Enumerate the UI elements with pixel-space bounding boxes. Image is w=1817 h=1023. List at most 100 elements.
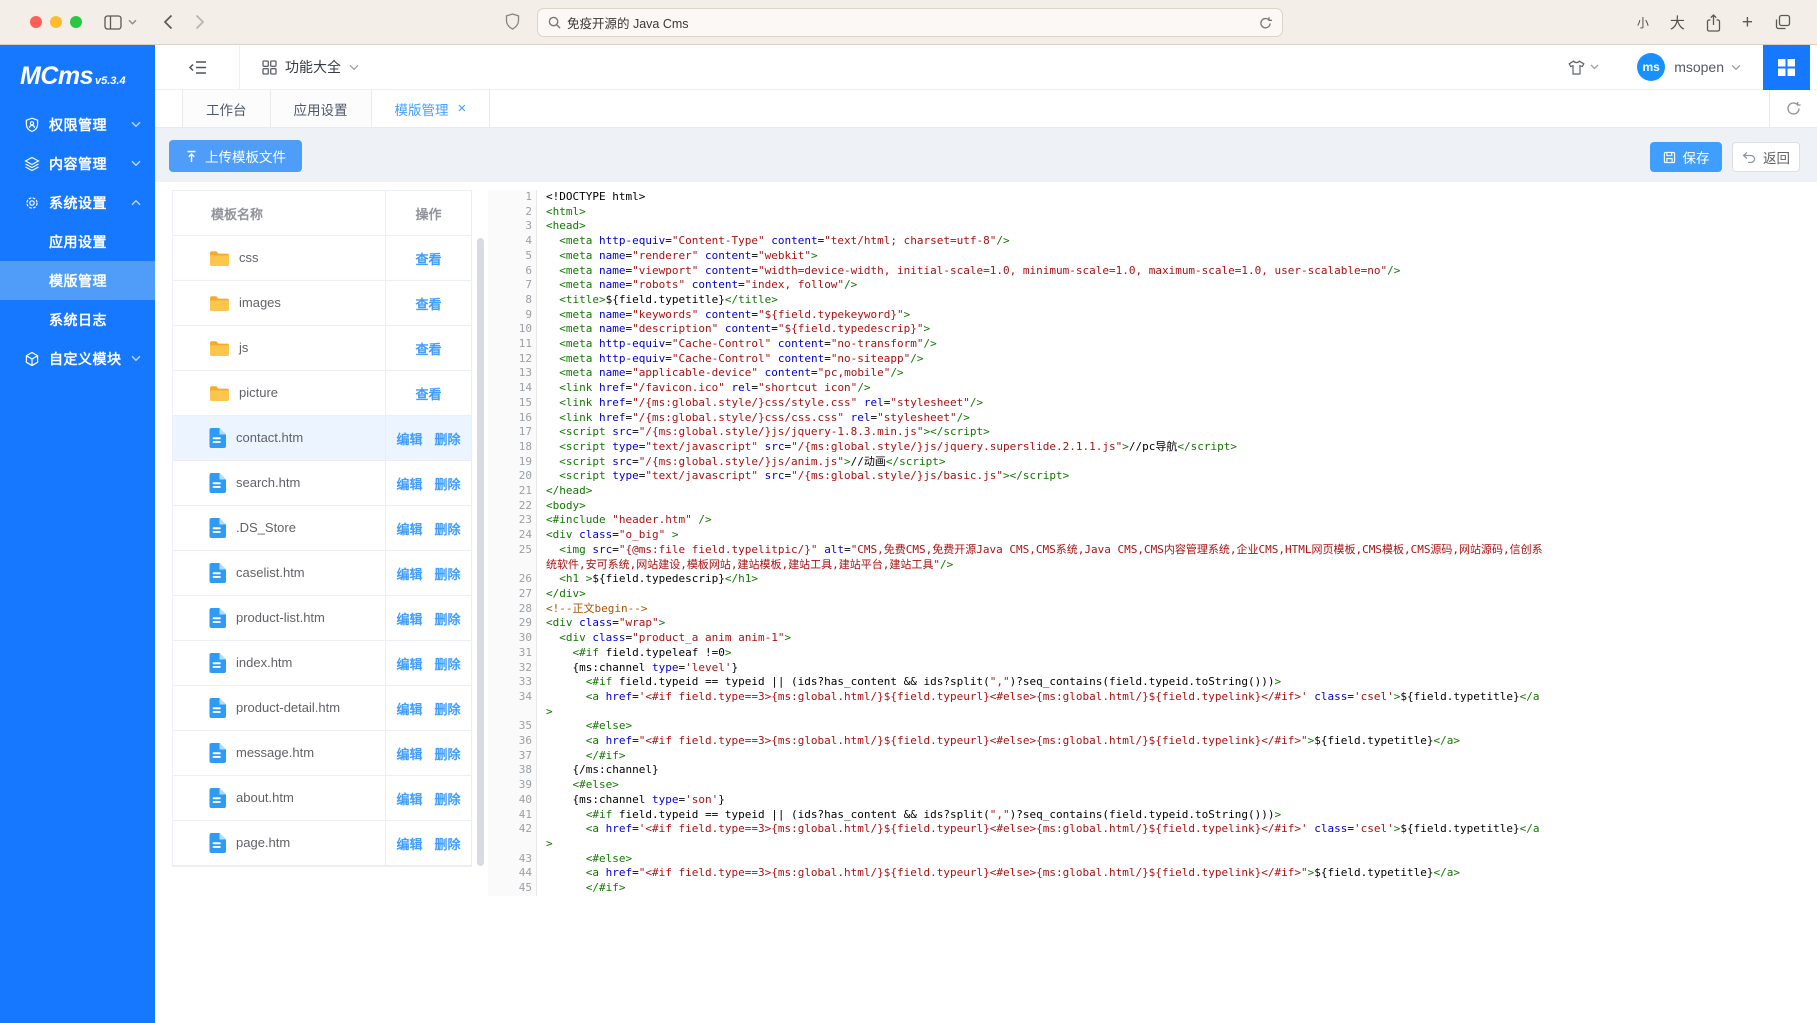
username[interactable]: msopen [1674, 59, 1724, 75]
table-row[interactable]: caselist.htm 编辑删除 [173, 551, 471, 596]
file-name: caselist.htm [236, 563, 354, 583]
line-number: 6 [525, 264, 532, 279]
table-row[interactable]: .DS_Store 编辑删除 [173, 506, 471, 551]
save-button[interactable]: 保存 [1650, 142, 1722, 172]
delete-link[interactable]: 删除 [435, 474, 461, 493]
delete-link[interactable]: 删除 [435, 564, 461, 583]
sidebar-item-content[interactable]: 内容管理 [0, 144, 155, 183]
theme-button[interactable] [1568, 60, 1599, 75]
view-link[interactable]: 查看 [415, 384, 441, 403]
edit-link[interactable]: 编辑 [396, 654, 422, 673]
file-table: 模板名称 操作 css 查看 images 查看 [172, 190, 472, 867]
tab-template-management[interactable]: 模版管理 × [372, 90, 491, 127]
edit-link[interactable]: 编辑 [396, 564, 422, 583]
browser-sidebar-toggle-icon[interactable] [104, 15, 122, 30]
edit-link[interactable]: 编辑 [396, 834, 422, 853]
upload-template-button[interactable]: 上传模板文件 [169, 140, 302, 172]
delete-link[interactable]: 删除 [435, 519, 461, 538]
view-link[interactable]: 查看 [415, 249, 441, 268]
delete-link[interactable]: 删除 [435, 744, 461, 763]
table-row[interactable]: picture 查看 [173, 371, 471, 416]
tab-workbench[interactable]: 工作台 [182, 90, 271, 127]
edit-link[interactable]: 编辑 [396, 519, 422, 538]
sidebar-item-permissions[interactable]: 权限管理 [0, 105, 155, 144]
delete-link[interactable]: 删除 [435, 429, 461, 448]
code-line: 5 <meta name="renderer" content="webkit"… [546, 249, 1545, 264]
table-row[interactable]: js 查看 [173, 326, 471, 371]
delete-link[interactable]: 删除 [435, 699, 461, 718]
apps-grid-button[interactable] [1763, 45, 1810, 90]
zoom-window-button[interactable] [70, 16, 82, 28]
back-button[interactable] [163, 14, 173, 30]
delete-link[interactable]: 删除 [435, 609, 461, 628]
edit-link[interactable]: 编辑 [396, 609, 422, 628]
user-avatar[interactable]: ms [1637, 53, 1665, 81]
code-line: 35 <#else> [546, 719, 1545, 734]
view-link[interactable]: 查看 [415, 294, 441, 313]
back-action-button[interactable]: 返回 [1732, 142, 1800, 172]
sidebar-subitem-label: 应用设置 [49, 232, 107, 252]
privacy-shield-icon[interactable] [505, 13, 520, 31]
sidebar-item-label: 权限管理 [49, 115, 107, 135]
close-window-button[interactable] [30, 16, 42, 28]
table-row[interactable]: message.htm 编辑删除 [173, 731, 471, 776]
delete-link[interactable]: 删除 [435, 789, 461, 808]
traffic-lights [30, 16, 82, 28]
code-editor[interactable]: 1<!DOCTYPE html>2<html>3<head>4 <meta ht… [488, 190, 1545, 896]
function-menu[interactable]: 功能大全 [262, 57, 359, 77]
tabs-overview-icon[interactable] [1774, 14, 1791, 31]
table-row[interactable]: search.htm 编辑删除 [173, 461, 471, 506]
code-line: 29<div class="wrap"> [546, 616, 1545, 631]
table-row[interactable]: page.htm 编辑删除 [173, 821, 471, 866]
view-link[interactable]: 查看 [415, 339, 441, 358]
reload-icon[interactable] [1259, 16, 1272, 30]
sidebar-subitem-template-management[interactable]: 模版管理 [0, 261, 155, 300]
tab-app-settings[interactable]: 应用设置 [271, 90, 372, 127]
collapse-sidebar-icon[interactable] [188, 60, 207, 75]
search-icon [548, 16, 561, 29]
table-row[interactable]: about.htm 编辑删除 [173, 776, 471, 821]
chevron-up-icon [131, 199, 141, 206]
sidebar-subitem-system-log[interactable]: 系统日志 [0, 300, 155, 339]
address-bar[interactable]: 免疫开源的 Java Cms [537, 8, 1283, 37]
sidebar-item-system-settings[interactable]: 系统设置 [0, 183, 155, 222]
template-management-page: 上传模板文件 保存 返回 模板名称 操作 css 查看 [155, 128, 1817, 1023]
edit-link[interactable]: 编辑 [396, 699, 422, 718]
delete-link[interactable]: 删除 [435, 654, 461, 673]
edit-link[interactable]: 编辑 [396, 744, 422, 763]
refresh-tab-icon[interactable] [1769, 90, 1817, 127]
file-name: page.htm [236, 833, 354, 853]
line-number: 41 [519, 808, 532, 823]
forward-button[interactable] [195, 14, 205, 30]
sidebar-item-custom-modules[interactable]: 自定义模块 [0, 339, 155, 378]
line-number: 21 [519, 484, 532, 499]
line-number: 23 [519, 513, 532, 528]
new-tab-button[interactable]: + [1742, 12, 1753, 34]
text-smaller-button[interactable]: 小 [1637, 14, 1649, 31]
minimize-window-button[interactable] [50, 16, 62, 28]
chevron-down-icon[interactable] [128, 19, 137, 25]
divider [239, 45, 240, 90]
edit-link[interactable]: 编辑 [396, 474, 422, 493]
text-larger-button[interactable]: 大 [1670, 12, 1685, 33]
table-scrollbar[interactable] [477, 238, 484, 866]
edit-link[interactable]: 编辑 [396, 429, 422, 448]
tab-label: 应用设置 [294, 99, 348, 119]
table-header-row: 模板名称 操作 [173, 191, 471, 236]
table-row[interactable]: product-detail.htm 编辑删除 [173, 686, 471, 731]
edit-link[interactable]: 编辑 [396, 789, 422, 808]
table-row[interactable]: product-list.htm 编辑删除 [173, 596, 471, 641]
table-row[interactable]: css 查看 [173, 236, 471, 281]
table-row[interactable]: index.htm 编辑删除 [173, 641, 471, 686]
close-tab-icon[interactable]: × [458, 101, 467, 116]
layers-icon [24, 156, 40, 172]
share-icon[interactable] [1706, 14, 1721, 32]
delete-link[interactable]: 删除 [435, 834, 461, 853]
sidebar-subitem-app-settings[interactable]: 应用设置 [0, 222, 155, 261]
file-name: index.htm [236, 653, 354, 673]
table-row[interactable]: images 查看 [173, 281, 471, 326]
save-icon [1663, 151, 1676, 164]
chevron-down-icon[interactable] [1731, 64, 1741, 71]
table-row[interactable]: contact.htm 编辑删除 [173, 416, 471, 461]
line-number: 22 [519, 499, 532, 514]
